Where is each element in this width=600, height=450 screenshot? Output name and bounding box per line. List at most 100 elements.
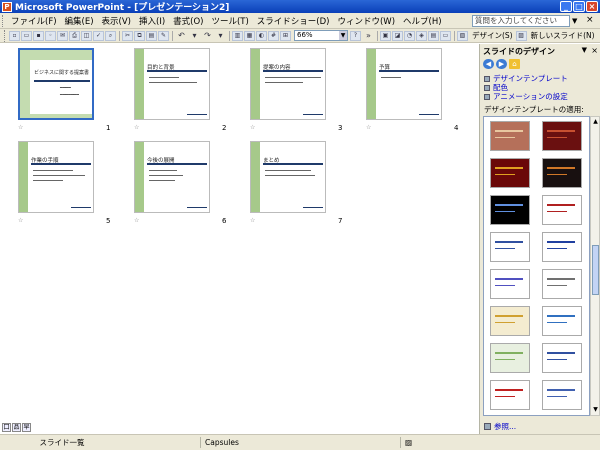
- link-animation-schemes[interactable]: アニメーションの設定: [484, 92, 568, 101]
- slide-thumbnail-7[interactable]: まとめ: [250, 141, 326, 213]
- slide-transition-icon[interactable]: ◈: [416, 30, 427, 41]
- design-template-thumbnail[interactable]: [490, 158, 530, 188]
- slide-sorter-area[interactable]: ビジネスに関する提案書 ━━━━ ━━━━━━━ ☆ 1 目的と背景 ☆ 2 提…: [0, 44, 478, 421]
- print-icon[interactable]: ⎙: [69, 30, 80, 41]
- gallery-scrollbar[interactable]: ▲ ▼: [590, 116, 600, 416]
- zoom-select[interactable]: 66% ▼: [294, 30, 348, 41]
- menu-insert[interactable]: 挿入(I): [135, 15, 169, 27]
- document-close-icon[interactable]: ×: [586, 15, 594, 25]
- design-template-thumbnail[interactable]: [542, 269, 582, 299]
- task-pane-dropdown-icon[interactable]: ▼: [582, 46, 587, 54]
- spelling-icon[interactable]: ✓: [93, 30, 104, 41]
- transition-icon[interactable]: ☆: [18, 217, 23, 224]
- redo-icon[interactable]: ↷: [201, 30, 214, 42]
- copy-icon[interactable]: ⧉: [134, 30, 145, 41]
- transition-icon[interactable]: ☆: [250, 217, 255, 224]
- summary-slide-icon[interactable]: ▤: [428, 30, 439, 41]
- chart-icon[interactable]: ▥: [232, 30, 243, 41]
- forward-icon[interactable]: ▶: [496, 59, 507, 69]
- slide-thumbnail-5[interactable]: 作業の手順: [18, 141, 94, 213]
- template-gallery[interactable]: [483, 116, 590, 416]
- browse-link[interactable]: 参照...: [484, 421, 516, 432]
- rehearse-timings-icon[interactable]: ◔: [404, 30, 415, 41]
- slide-thumbnail-1[interactable]: ビジネスに関する提案書 ━━━━ ━━━━━━━: [18, 48, 94, 120]
- slide-show-icon[interactable]: ▣: [380, 30, 391, 41]
- cut-icon[interactable]: ✂: [122, 30, 133, 41]
- slide-thumbnail-2[interactable]: 目的と背景: [134, 48, 210, 120]
- transition-icon[interactable]: ☆: [134, 124, 139, 131]
- toolbar-options-icon[interactable]: »: [362, 30, 375, 42]
- slide-show-button[interactable]: 早: [22, 423, 31, 432]
- new-slide-icon[interactable]: ▨: [515, 30, 527, 41]
- scroll-thumb[interactable]: [592, 245, 599, 295]
- grid-icon[interactable]: #: [268, 30, 279, 41]
- design-button[interactable]: デザイン(S): [472, 30, 513, 41]
- help-dropdown-icon[interactable]: ▼: [572, 17, 577, 25]
- hide-slide-icon[interactable]: ◪: [392, 30, 403, 41]
- slide-sorter-view-button[interactable]: 品: [12, 423, 21, 432]
- design-template-thumbnail[interactable]: [542, 195, 582, 225]
- help-search-input[interactable]: 質問を入力してください: [472, 15, 570, 27]
- menubar-grip[interactable]: [2, 14, 5, 27]
- slide-thumbnail-6[interactable]: 今後の展開: [134, 141, 210, 213]
- menu-file[interactable]: ファイル(F): [7, 15, 61, 27]
- transition-icon[interactable]: ☆: [134, 217, 139, 224]
- design-template-thumbnail[interactable]: [542, 121, 582, 151]
- task-pane-close-icon[interactable]: ×: [591, 46, 598, 55]
- open-icon[interactable]: ▭: [21, 30, 32, 41]
- notes-icon[interactable]: ▭: [440, 30, 451, 41]
- menu-slideshow[interactable]: スライドショー(D): [253, 15, 334, 27]
- close-button[interactable]: ×: [586, 1, 598, 12]
- menu-window[interactable]: ウィンドウ(W): [333, 15, 399, 27]
- design-template-thumbnail[interactable]: [490, 232, 530, 262]
- design-template-thumbnail[interactable]: [490, 269, 530, 299]
- menu-help[interactable]: ヘルプ(H): [399, 15, 446, 27]
- menu-edit[interactable]: 編集(E): [61, 15, 98, 27]
- help-icon[interactable]: ?: [350, 30, 361, 41]
- design-icon[interactable]: ▧: [457, 30, 468, 41]
- design-template-thumbnail[interactable]: [490, 306, 530, 336]
- undo-dropdown-icon[interactable]: ▾: [188, 30, 201, 42]
- transition-icon[interactable]: ☆: [366, 124, 371, 131]
- color-grayscale-icon[interactable]: ◐: [256, 30, 267, 41]
- save-icon[interactable]: ▪: [33, 30, 44, 41]
- toolbar-grip[interactable]: [4, 29, 7, 42]
- maximize-button[interactable]: □: [573, 1, 585, 12]
- home-icon[interactable]: ⌂: [509, 59, 520, 69]
- design-template-thumbnail[interactable]: [542, 306, 582, 336]
- powerpoint-app-icon[interactable]: P: [2, 1, 12, 12]
- design-template-thumbnail[interactable]: [542, 158, 582, 188]
- scroll-down-icon[interactable]: ▼: [592, 406, 599, 414]
- undo-icon[interactable]: ↶: [175, 30, 188, 42]
- transition-icon[interactable]: ☆: [250, 124, 255, 131]
- expand-all-icon[interactable]: ⊞: [280, 30, 291, 41]
- slide-thumbnail-4[interactable]: 予算: [366, 48, 442, 120]
- new-icon[interactable]: ▫: [9, 30, 20, 41]
- minimize-button[interactable]: _: [560, 1, 572, 12]
- new-slide-button[interactable]: 新しいスライド(N): [531, 30, 595, 41]
- back-icon[interactable]: ◀: [483, 59, 494, 69]
- research-icon[interactable]: ⌕: [105, 30, 116, 41]
- permission-icon[interactable]: ◦: [45, 30, 56, 41]
- menu-tools[interactable]: ツール(T): [207, 15, 252, 27]
- scroll-up-icon[interactable]: ▲: [592, 118, 599, 126]
- format-painter-icon[interactable]: ✎: [158, 30, 169, 41]
- menu-format[interactable]: 書式(O): [169, 15, 207, 27]
- slide-thumbnail-3[interactable]: 提案の内容: [250, 48, 326, 120]
- link-design-templates[interactable]: デザインテンプレート: [484, 74, 568, 83]
- design-template-thumbnail[interactable]: [542, 343, 582, 373]
- design-template-thumbnail[interactable]: [542, 232, 582, 262]
- link-color-schemes[interactable]: 配色: [484, 83, 568, 92]
- design-template-thumbnail[interactable]: [542, 380, 582, 410]
- zoom-dropdown-icon[interactable]: ▼: [339, 31, 347, 40]
- transition-icon[interactable]: ☆: [18, 124, 23, 131]
- design-template-thumbnail[interactable]: [490, 380, 530, 410]
- menu-view[interactable]: 表示(V): [98, 15, 135, 27]
- email-icon[interactable]: ✉: [57, 30, 68, 41]
- normal-view-button[interactable]: 囗: [2, 423, 11, 432]
- redo-dropdown-icon[interactable]: ▾: [214, 30, 227, 42]
- design-template-thumbnail[interactable]: [490, 195, 530, 225]
- design-template-thumbnail[interactable]: [490, 121, 530, 151]
- paste-icon[interactable]: ▤: [146, 30, 157, 41]
- print-preview-icon[interactable]: ◫: [81, 30, 92, 41]
